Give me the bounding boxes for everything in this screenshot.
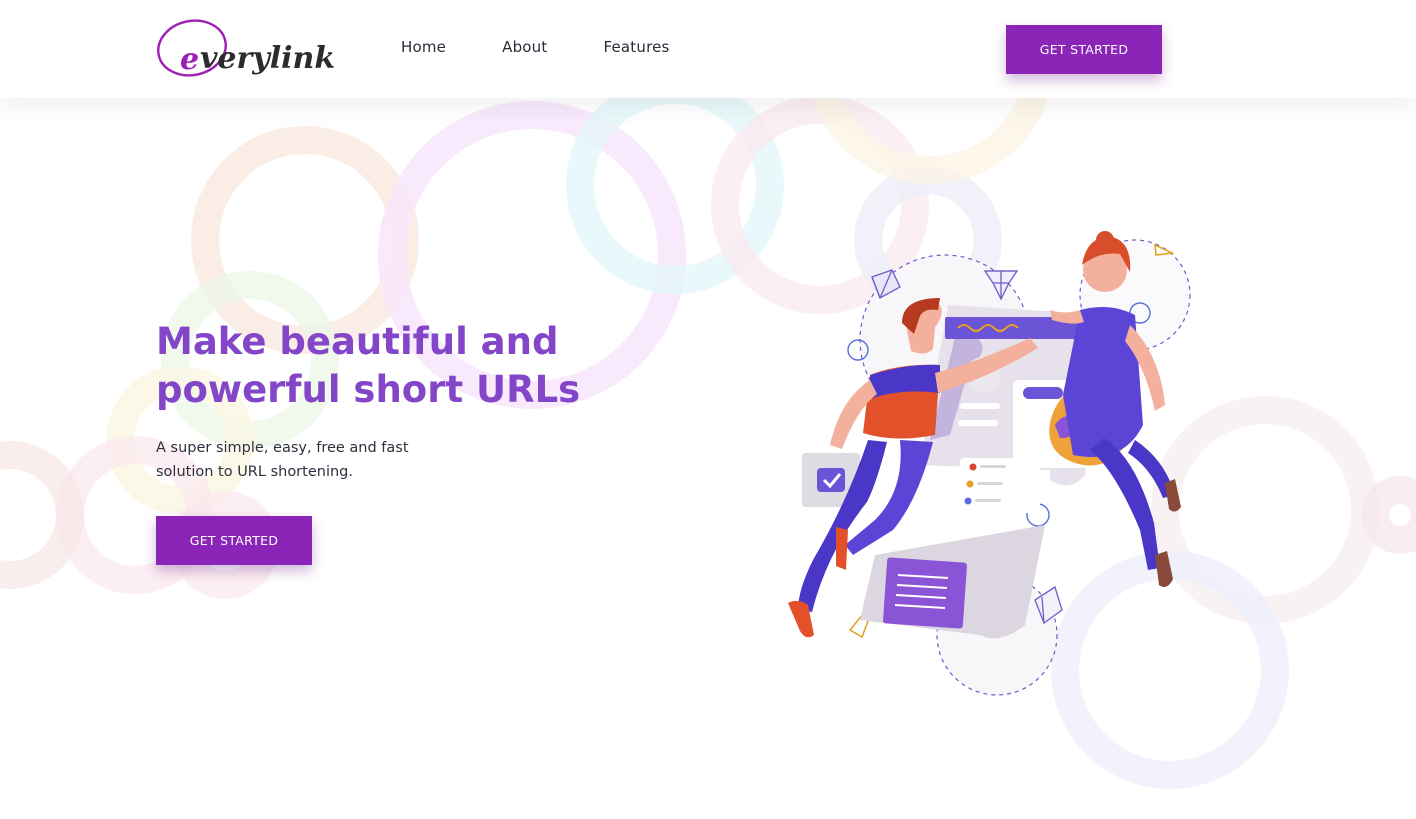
everylink-logo[interactable]: e verylink [156, 16, 336, 80]
nav-about[interactable]: About [502, 38, 547, 56]
nav-features[interactable]: Features [603, 38, 669, 56]
site-header: e verylink Home About Features GET START… [0, 0, 1416, 98]
hero-subtitle: A super simple, easy, free and fast solu… [156, 440, 409, 480]
nav-home[interactable]: Home [401, 38, 446, 56]
hero-get-started-button[interactable]: GET STARTED [156, 516, 312, 565]
main-nav: Home About Features [401, 38, 726, 56]
two-people-building-webpage-illustration [788, 231, 1191, 696]
logo-rest: verylink [200, 41, 335, 76]
logo-mark: e verylink [157, 19, 335, 77]
logo-e: e [180, 42, 199, 77]
hero-title: Make beautiful and powerful short URLs [156, 320, 581, 411]
header-get-started-button[interactable]: GET STARTED [1006, 25, 1162, 74]
